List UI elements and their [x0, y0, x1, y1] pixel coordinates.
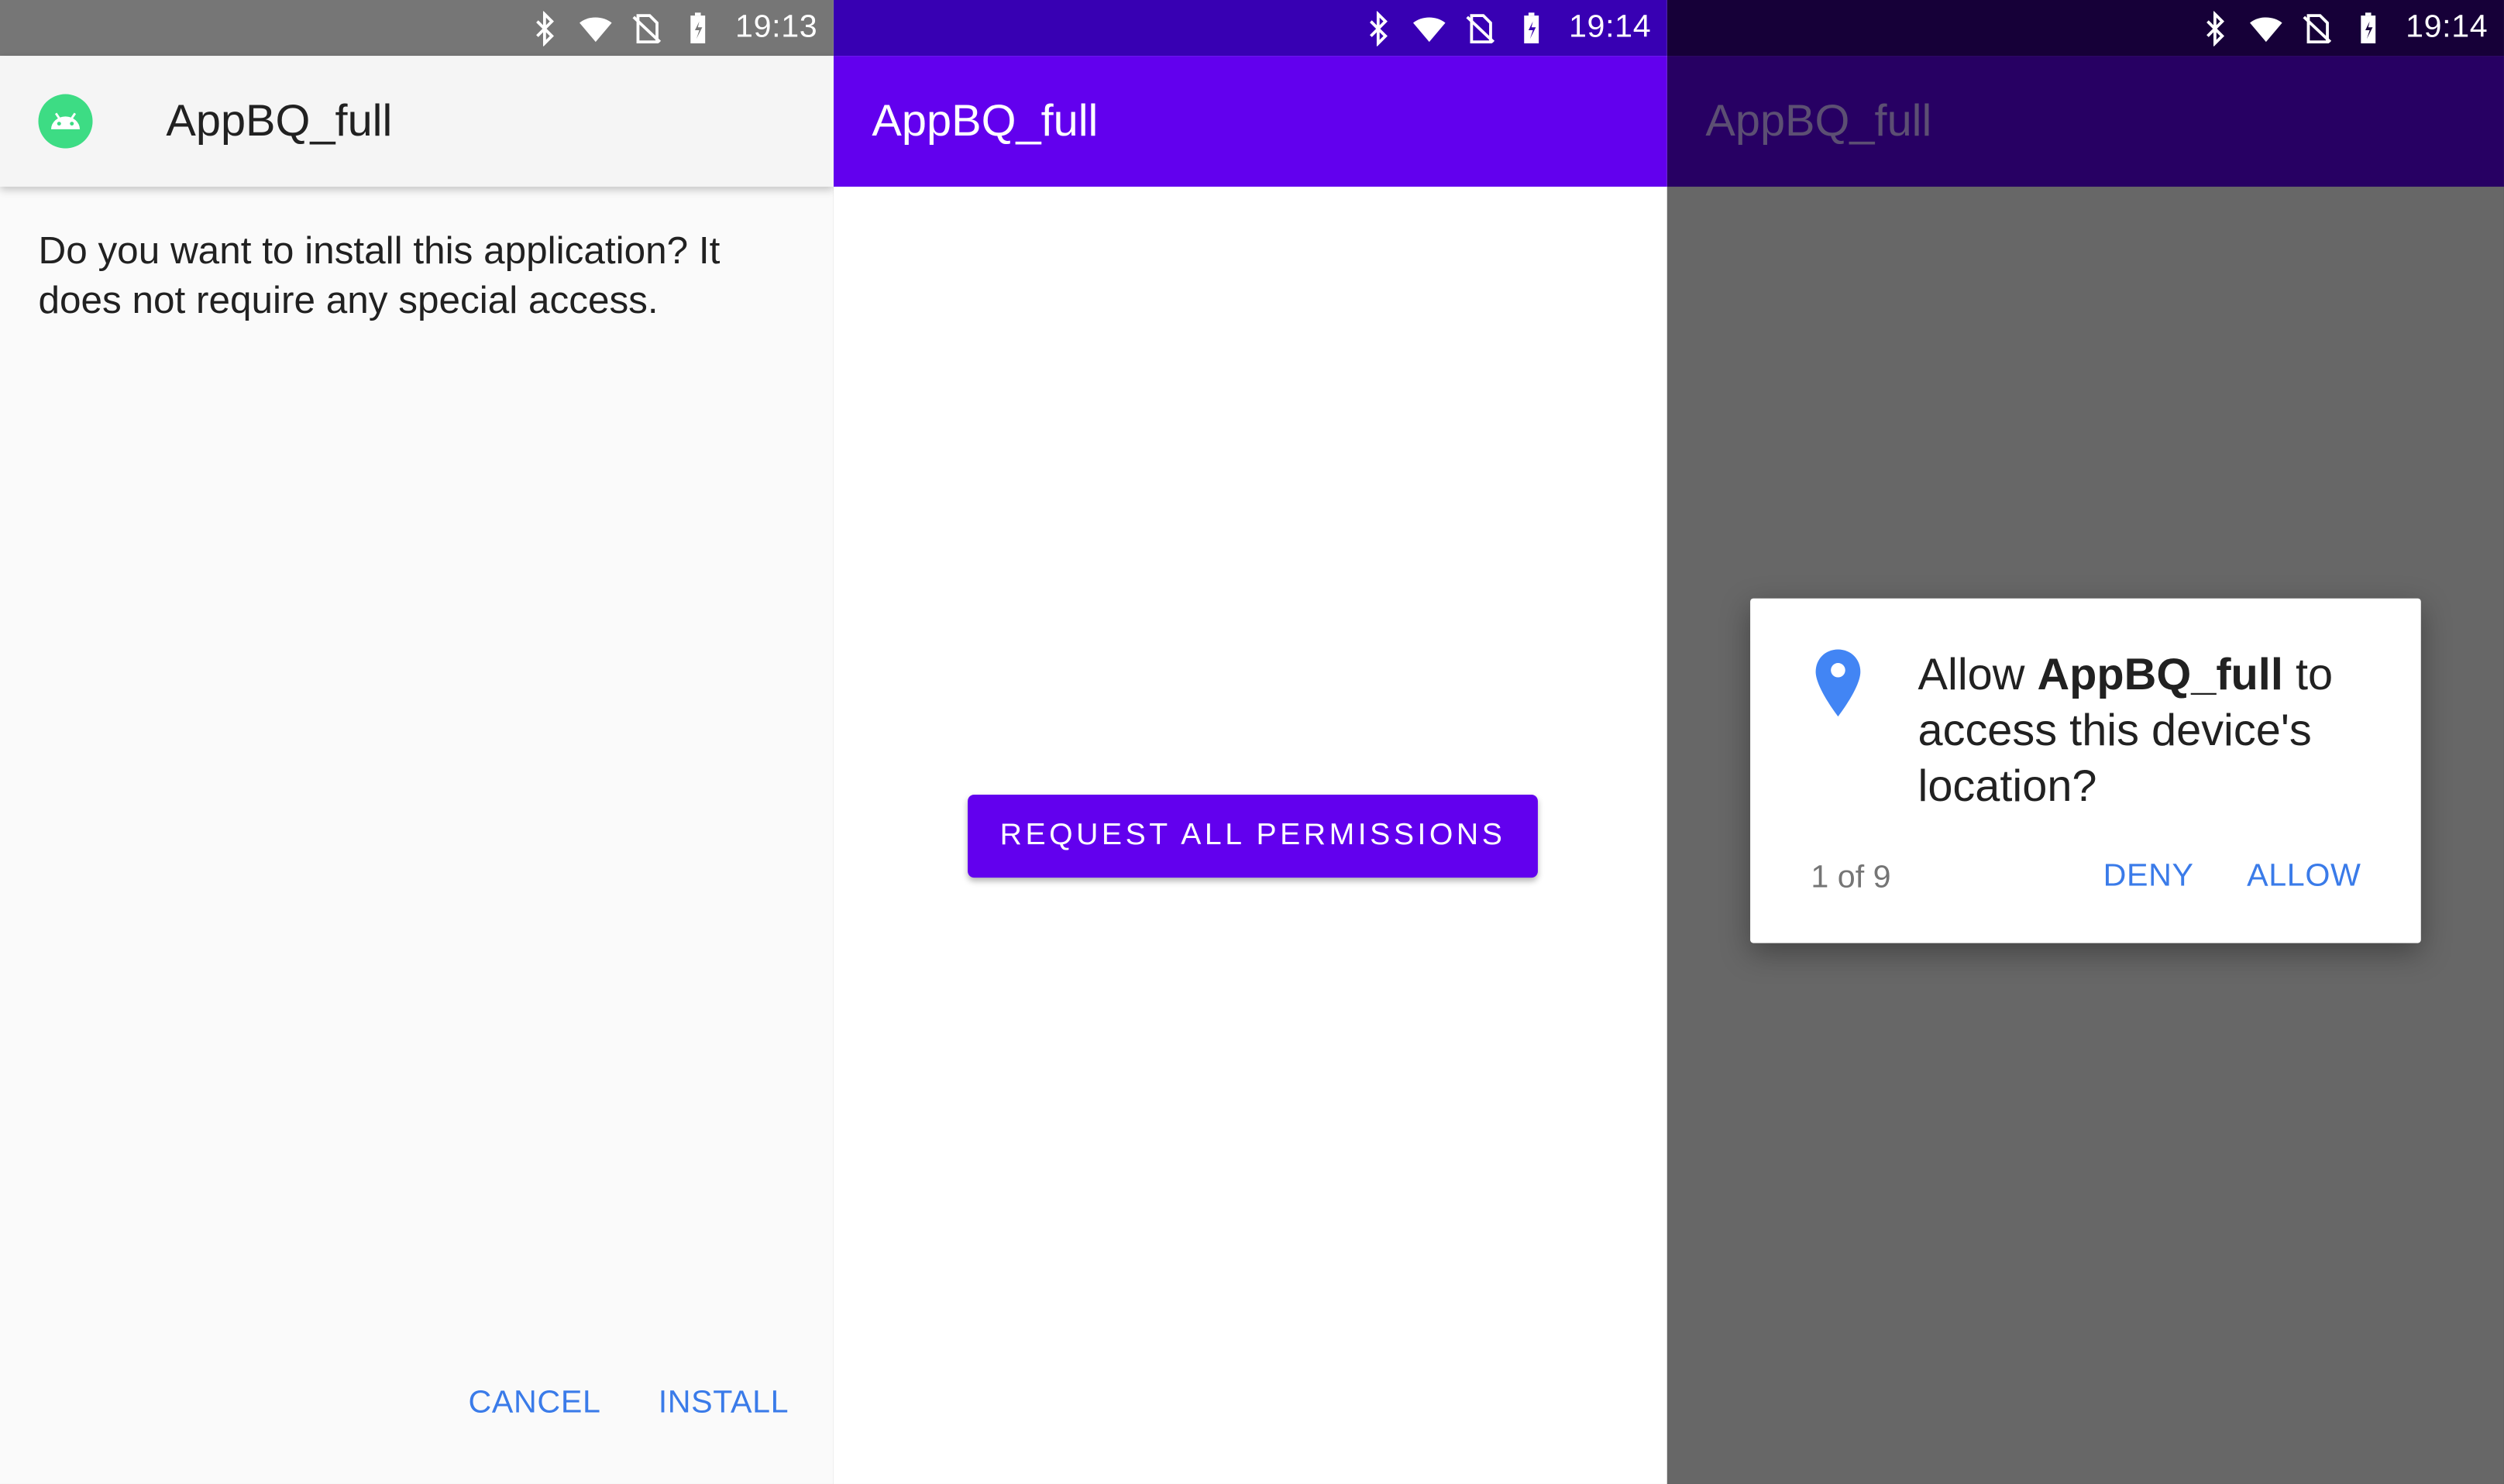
android-app-icon	[38, 94, 93, 149]
status-time: 19:14	[1569, 9, 1652, 45]
app-title: AppBQ_full	[166, 95, 393, 146]
status-bar: 19:13	[0, 0, 834, 57]
install-button[interactable]: INSTALL	[659, 1385, 789, 1421]
cancel-button[interactable]: CANCEL	[469, 1385, 601, 1421]
install-actions: CANCEL INSTALL	[469, 1385, 789, 1421]
permission-dialog: Allow AppBQ_full to access this device's…	[1750, 598, 2421, 943]
no-sim-icon	[630, 10, 665, 45]
no-sim-icon	[2300, 10, 2335, 45]
status-bar: 19:14	[1666, 0, 2504, 57]
battery-charging-icon	[1515, 10, 1550, 45]
app-title: AppBQ_full	[1705, 95, 1932, 146]
bluetooth-icon	[2198, 10, 2233, 46]
no-sim-icon	[1464, 10, 1498, 45]
location-pin-icon	[1815, 649, 1861, 717]
install-screen: 19:13 AppBQ_full Do you want to install …	[0, 0, 834, 1484]
wifi-icon	[1412, 10, 1447, 45]
app-bar: AppBQ_full	[833, 56, 1667, 187]
wifi-icon	[2249, 10, 2284, 45]
dialog-message-prefix: Allow	[1918, 649, 2038, 699]
bluetooth-icon	[1361, 10, 1396, 46]
deny-button[interactable]: DENY	[2103, 858, 2194, 895]
request-permissions-button[interactable]: REQUEST ALL PERMISSIONS	[968, 794, 1538, 878]
battery-charging-icon	[681, 10, 716, 45]
app-bar: AppBQ_full	[1666, 56, 2504, 187]
install-message: Do you want to install this application?…	[38, 229, 721, 323]
location-permission-screen: 19:14 AppBQ_full Allow AppBQ_full to acc…	[1666, 0, 2504, 1484]
status-bar: 19:14	[833, 0, 1667, 57]
status-time: 19:13	[735, 9, 818, 45]
permission-counter: 1 of 9	[1811, 860, 1891, 895]
bluetooth-icon	[528, 10, 562, 46]
wifi-icon	[579, 10, 614, 45]
permissions-screen: 19:14 AppBQ_full REQUEST ALL PERMISSIONS	[833, 0, 1667, 1484]
app-bar: AppBQ_full	[0, 56, 834, 187]
dialog-message: Allow AppBQ_full to access this device's…	[1918, 646, 2397, 813]
app-title: AppBQ_full	[872, 95, 1099, 146]
battery-charging-icon	[2351, 10, 2386, 45]
dialog-app-name: AppBQ_full	[2037, 649, 2283, 699]
status-time: 19:14	[2406, 9, 2489, 45]
allow-button[interactable]: ALLOW	[2247, 858, 2361, 895]
